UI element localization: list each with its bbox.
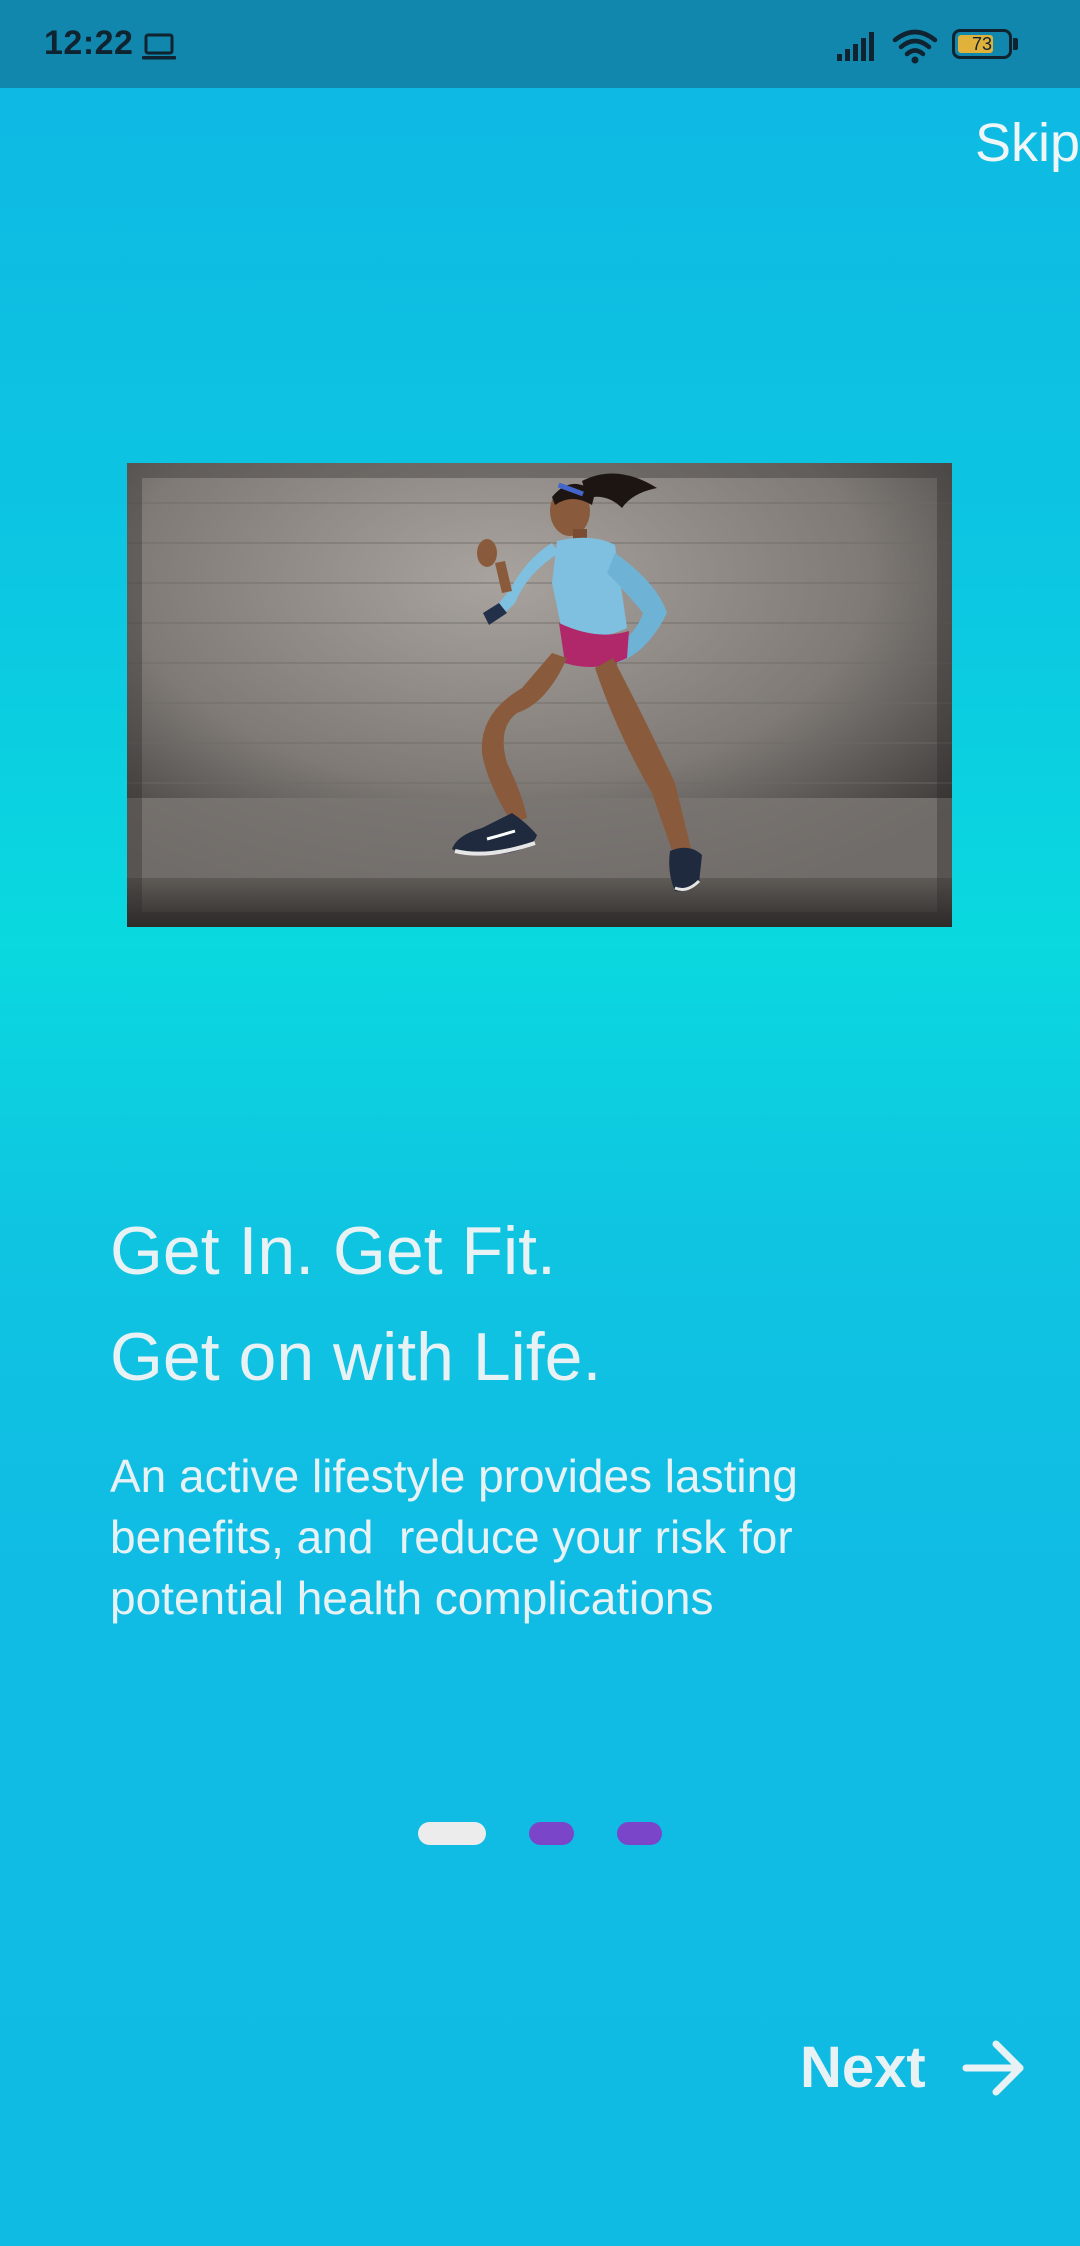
page-indicator	[0, 1822, 1080, 1846]
battery-level: 73	[971, 34, 993, 54]
status-bar: 12:22 73	[0, 0, 1080, 88]
battery-icon: 73	[952, 29, 1020, 61]
headline-line-2: Get on with Life.	[110, 1319, 602, 1395]
onboarding-description: An active lifestyle provides lasting ben…	[110, 1450, 811, 1624]
next-label: Next	[800, 2035, 926, 2100]
wifi-icon	[892, 29, 938, 64]
cellular-signal-icon	[837, 32, 874, 61]
page-dot-1[interactable]	[418, 1822, 486, 1845]
headline-line-1: Get In. Get Fit.	[110, 1213, 556, 1289]
arrow-right-icon	[962, 2040, 1024, 2096]
page-dot-3[interactable]	[617, 1822, 662, 1845]
skip-button[interactable]: Skip	[975, 112, 1080, 174]
next-button[interactable]: Next	[790, 2030, 1030, 2106]
page-dot-2[interactable]	[529, 1822, 574, 1845]
runner-hero-image	[127, 463, 952, 927]
status-time: 12:22	[44, 24, 134, 62]
laptop-icon	[142, 33, 176, 60]
